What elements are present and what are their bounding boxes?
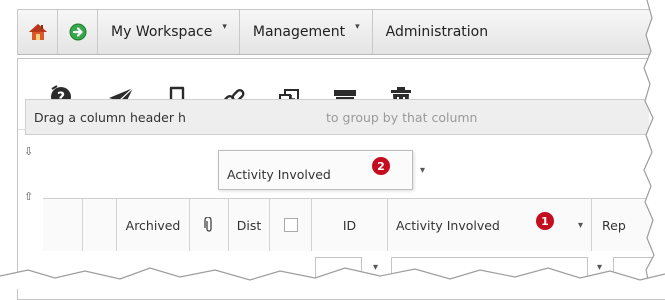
column-header-dist[interactable]: Dist bbox=[229, 199, 270, 251]
column-label: Activity Involved bbox=[396, 217, 500, 233]
menu-label: Administration bbox=[385, 24, 489, 40]
callout-badge-1: 1 bbox=[536, 212, 554, 230]
column-label: Dist bbox=[236, 217, 262, 233]
paperclip-icon bbox=[204, 217, 212, 232]
caret-down-icon: ▾ bbox=[222, 22, 227, 32]
column-label: Archived bbox=[125, 217, 181, 233]
home-button[interactable] bbox=[18, 10, 58, 54]
group-by-hint-hidden: to group by that column bbox=[326, 110, 478, 125]
menu-my-workspace[interactable]: My Workspace ▾ bbox=[98, 10, 240, 54]
home-icon bbox=[28, 24, 47, 40]
torn-edge-right bbox=[643, 0, 665, 289]
callout-badge-2: 2 bbox=[372, 157, 390, 175]
header-cell-blank bbox=[43, 199, 83, 251]
group-by-bar[interactable]: Drag a column header h to group by that … bbox=[25, 99, 649, 135]
filter-icon: ▾ bbox=[420, 165, 426, 176]
column-header-attachment[interactable] bbox=[190, 199, 229, 251]
column-header-archived[interactable]: Archived bbox=[117, 199, 190, 251]
green-arrow-icon bbox=[69, 23, 86, 41]
pin-icon[interactable]: ⇩ bbox=[24, 146, 33, 157]
menu-administration[interactable]: Administration bbox=[373, 10, 500, 54]
caret-down-icon: ▾ bbox=[355, 22, 360, 32]
menu-management[interactable]: Management ▾ bbox=[240, 10, 373, 54]
select-all-checkbox[interactable] bbox=[283, 218, 298, 232]
group-by-hint: Drag a column header h bbox=[34, 110, 186, 125]
go-button[interactable] bbox=[58, 10, 98, 54]
column-header-id[interactable]: ID bbox=[312, 199, 388, 251]
header-cell-blank bbox=[83, 199, 117, 251]
pin-icon[interactable]: ⇧ bbox=[24, 191, 33, 202]
menu-label: Management bbox=[252, 24, 346, 40]
top-nav: My Workspace ▾ Management ▾ Administrati… bbox=[17, 9, 665, 55]
column-label: ID bbox=[342, 217, 357, 233]
filter-icon[interactable]: ▾ bbox=[578, 220, 583, 231]
column-header-activity-involved[interactable]: Activity Involved ▾ bbox=[388, 199, 592, 251]
column-header-select-all[interactable] bbox=[270, 199, 312, 251]
grid-header-row: Archived Dist ID Activity Involved ▾ Rep bbox=[43, 198, 665, 252]
dragged-column-label: Activity Involved bbox=[227, 167, 331, 182]
menu-label: My Workspace bbox=[111, 24, 213, 40]
torn-edge-bottom bbox=[0, 267, 665, 289]
